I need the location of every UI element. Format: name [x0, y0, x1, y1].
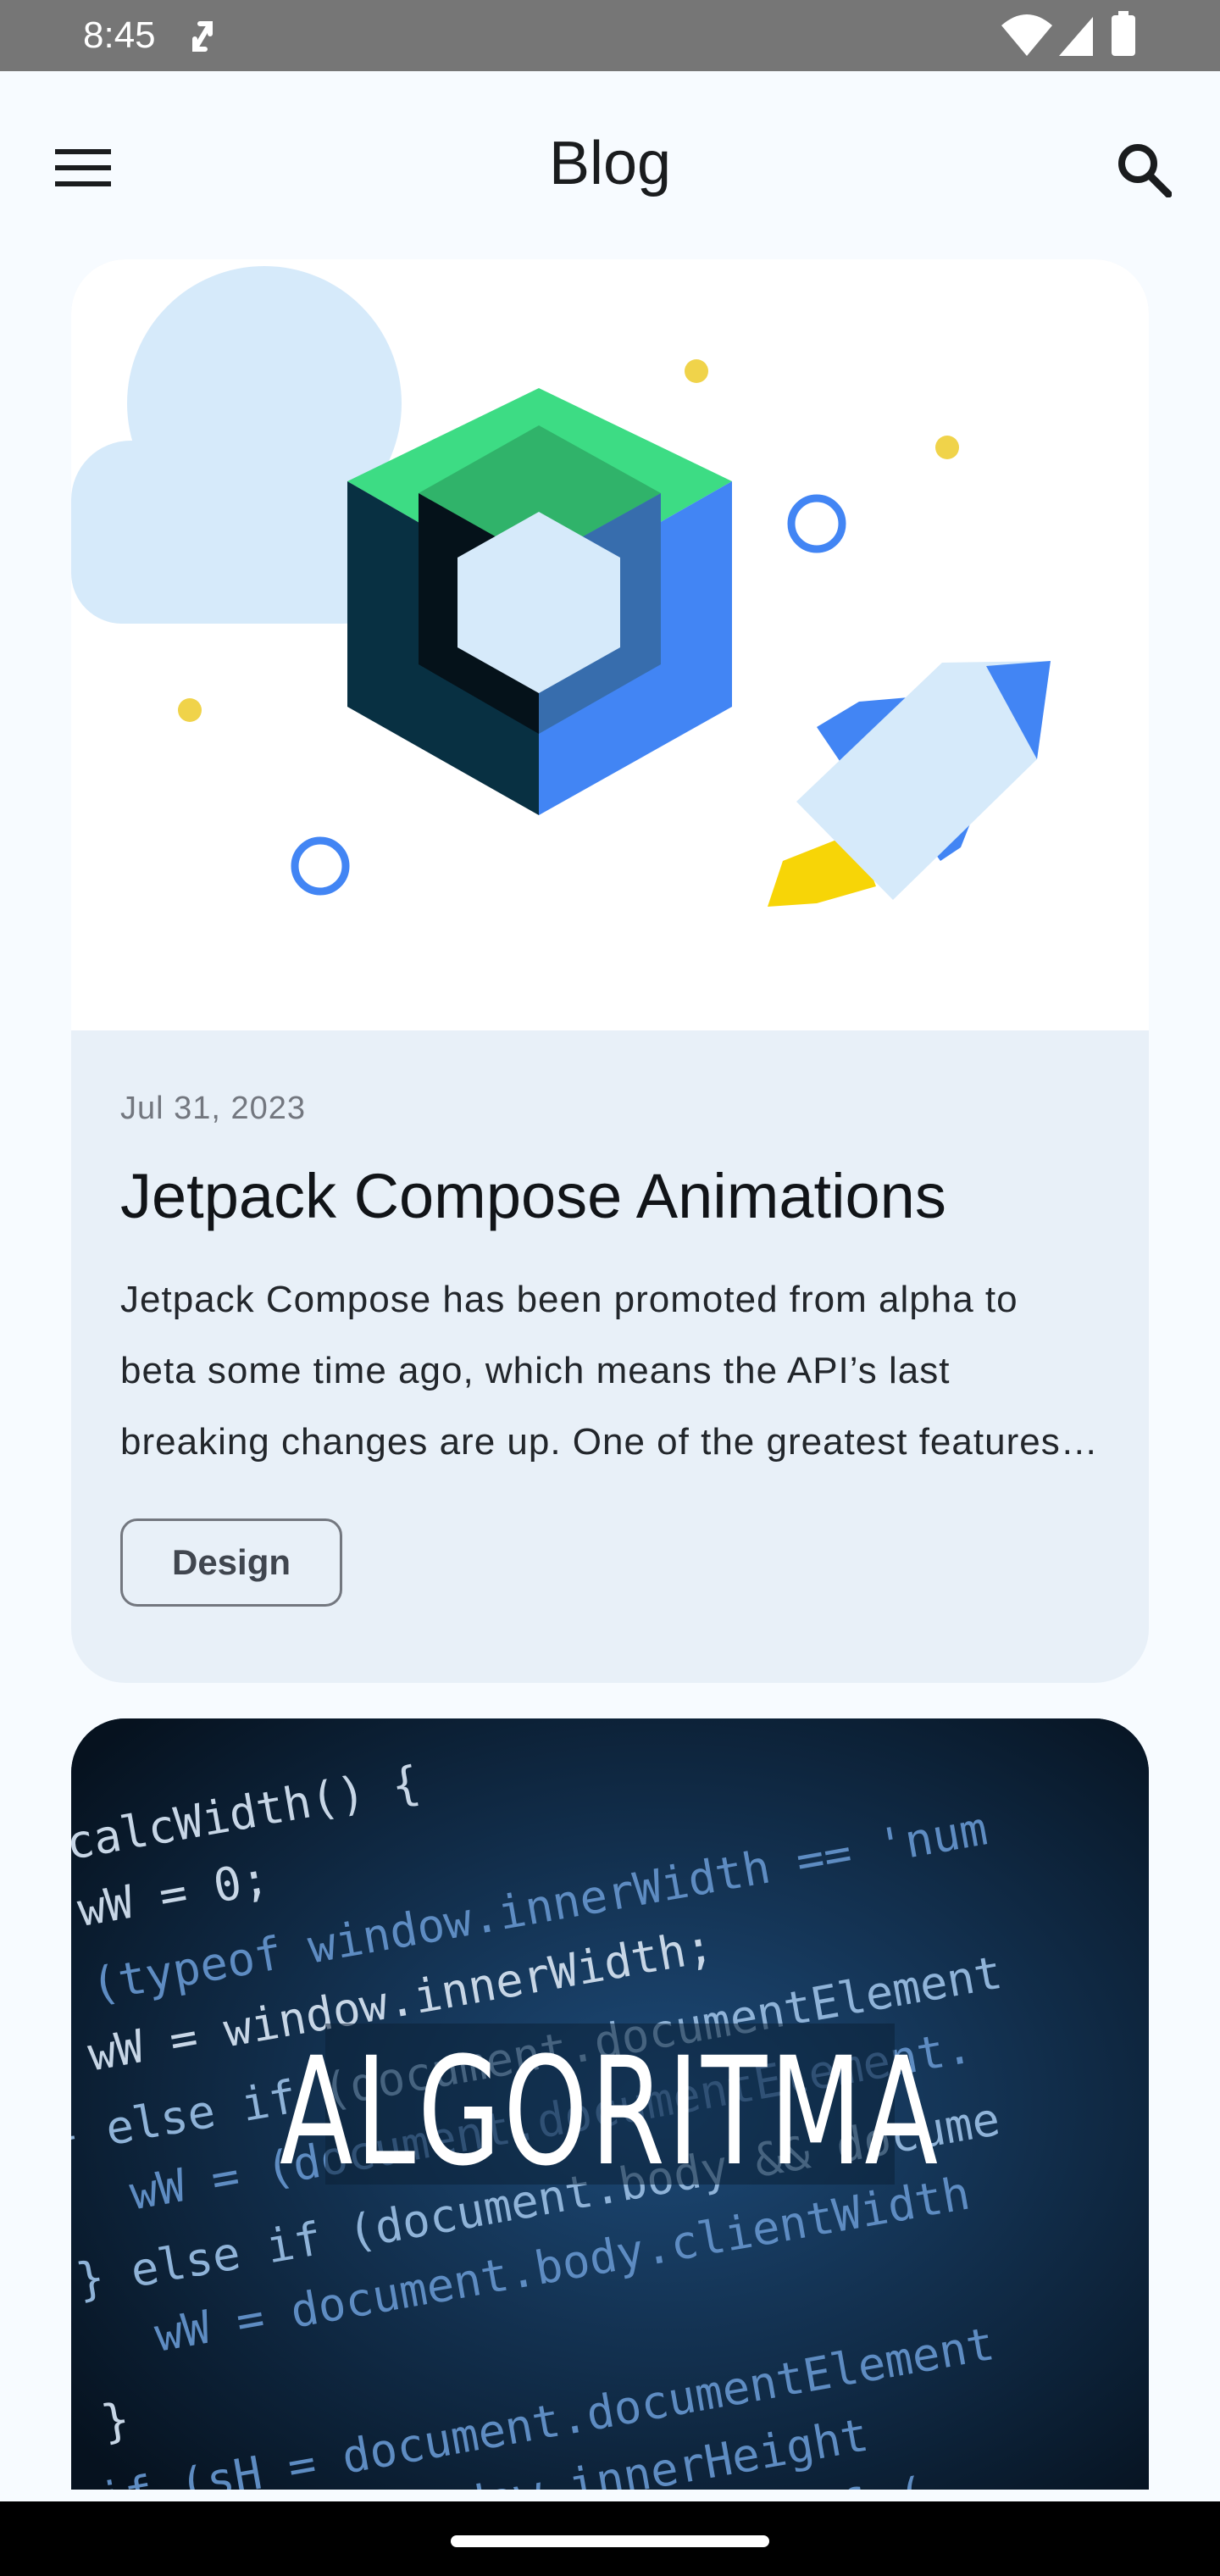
gesture-handle[interactable]	[451, 2535, 769, 2547]
tag-chip-design[interactable]: Design	[120, 1518, 342, 1607]
cellular-signal-icon	[1059, 17, 1093, 56]
top-app-bar: Blog	[0, 71, 1220, 259]
page-title: Blog	[548, 130, 672, 197]
post-cover-image	[71, 259, 1149, 1030]
post-card[interactable]: on calcWidth() { ar wW = 0; if (typeof w…	[71, 1718, 1149, 2490]
post-excerpt: Jetpack Compose has been promoted from a…	[120, 1279, 1061, 1463]
post-card[interactable]: Jul 31, 2023 Jetpack Compose Animations …	[71, 259, 1149, 1683]
post-title: Jetpack Compose Animations	[120, 1161, 946, 1231]
status-bar: 8:45	[0, 0, 1220, 71]
rocket-illustration	[768, 661, 1051, 907]
post-date: Jul 31, 2023	[120, 1091, 307, 1126]
search-icon	[1118, 144, 1172, 197]
post-cover-image: on calcWidth() { ar wW = 0; if (typeof w…	[71, 1718, 1149, 2490]
compose-logo-illustration	[347, 388, 732, 815]
wifi-icon	[1001, 14, 1052, 56]
cover-title: ALGORITMA	[279, 2025, 940, 2199]
search-button[interactable]	[1108, 134, 1179, 205]
battery-icon	[1112, 15, 1135, 56]
expand-arrows-icon	[192, 21, 213, 52]
system-navigation-bar	[0, 2501, 1220, 2576]
